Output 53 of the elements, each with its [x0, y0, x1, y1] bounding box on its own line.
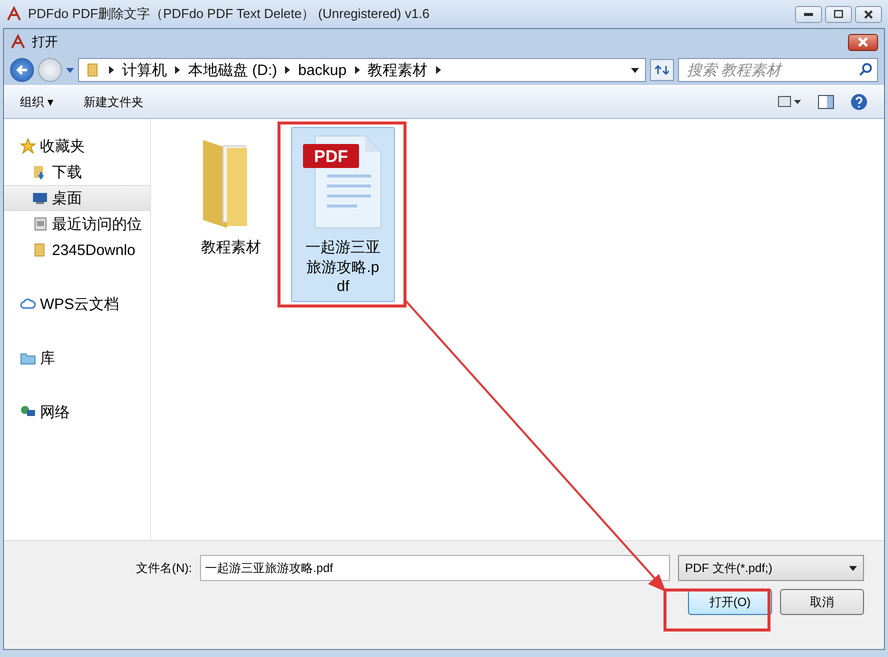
cloud-icon [20, 296, 36, 312]
left-arrow-icon [16, 64, 28, 76]
breadcrumb-item[interactable]: 本地磁盘 (D:) [188, 60, 278, 80]
dropdown-arrow-icon [849, 566, 857, 570]
up-down-arrows-icon [655, 64, 669, 76]
chevron-icon [354, 66, 360, 74]
maximize-icon [834, 10, 843, 18]
organize-menu[interactable]: 组织 ▾ [20, 92, 54, 112]
new-folder-button[interactable]: 新建文件夹 [83, 92, 144, 112]
chevron-icon [436, 66, 441, 74]
address-bar[interactable]: 计算机 本地磁盘 (D:) backup 教程素材 [78, 58, 646, 82]
sidebar-item[interactable]: 收藏夹 [4, 133, 150, 159]
filename-label: 文件名(N): [136, 560, 192, 576]
close-button[interactable] [855, 6, 882, 22]
sidebar-item[interactable]: 网络 [4, 399, 150, 425]
chevron-icon [109, 66, 114, 74]
search-icon [859, 63, 872, 76]
dialog-title: 打开 [32, 33, 58, 51]
monitor-icon [32, 190, 48, 206]
breadcrumb-item[interactable]: backup [298, 62, 347, 78]
file-item[interactable]: PDF 一起游三亚旅游攻略.pdf [291, 127, 395, 302]
close-icon [858, 37, 868, 47]
cancel-button[interactable]: 取消 [780, 589, 864, 615]
chevron-icon [175, 66, 180, 74]
breadcrumb-item[interactable]: 计算机 [122, 60, 167, 80]
filename-field[interactable]: 一起游三亚旅游攻略.pdf [200, 555, 670, 581]
star-icon [20, 138, 36, 154]
preview-pane-icon[interactable] [818, 95, 834, 109]
sidebar-item[interactable]: 2345Downlo [4, 237, 150, 263]
minimize-button[interactable] [795, 6, 822, 22]
window-title: PDFdo PDF删除文字（PDFdo PDF Text Delete） (Unregistered) v1.6 [28, 5, 430, 23]
back-button[interactable] [10, 58, 34, 82]
app-logo-icon [6, 6, 22, 22]
search-field[interactable]: 搜索 教程素材 [678, 58, 878, 82]
file-item[interactable]: 教程素材 [179, 127, 283, 262]
minimize-icon [804, 12, 813, 16]
file-type-dropdown[interactable]: PDF 文件(*.pdf;) [678, 555, 864, 581]
chevron-icon [285, 66, 290, 74]
close-icon [864, 10, 873, 18]
sidebar-item[interactable]: WPS云文档 [4, 291, 150, 317]
sidebar-item[interactable]: 库 [4, 345, 150, 371]
view-options-icon[interactable] [778, 96, 802, 108]
sidebar-item[interactable]: 下载 [4, 159, 150, 185]
close-button[interactable] [848, 34, 878, 50]
sidebar-item[interactable]: 最近访问的位 [4, 211, 150, 237]
sidebar-item[interactable]: 桌面 [4, 185, 150, 211]
dropdown-arrow-icon[interactable] [631, 68, 639, 72]
help-icon[interactable] [850, 93, 868, 111]
recent-places-icon [32, 216, 48, 232]
breadcrumb-item[interactable]: 教程素材 [368, 60, 428, 80]
app-logo-icon [10, 34, 26, 50]
refresh-button[interactable] [650, 59, 674, 81]
maximize-button[interactable] [825, 6, 852, 22]
